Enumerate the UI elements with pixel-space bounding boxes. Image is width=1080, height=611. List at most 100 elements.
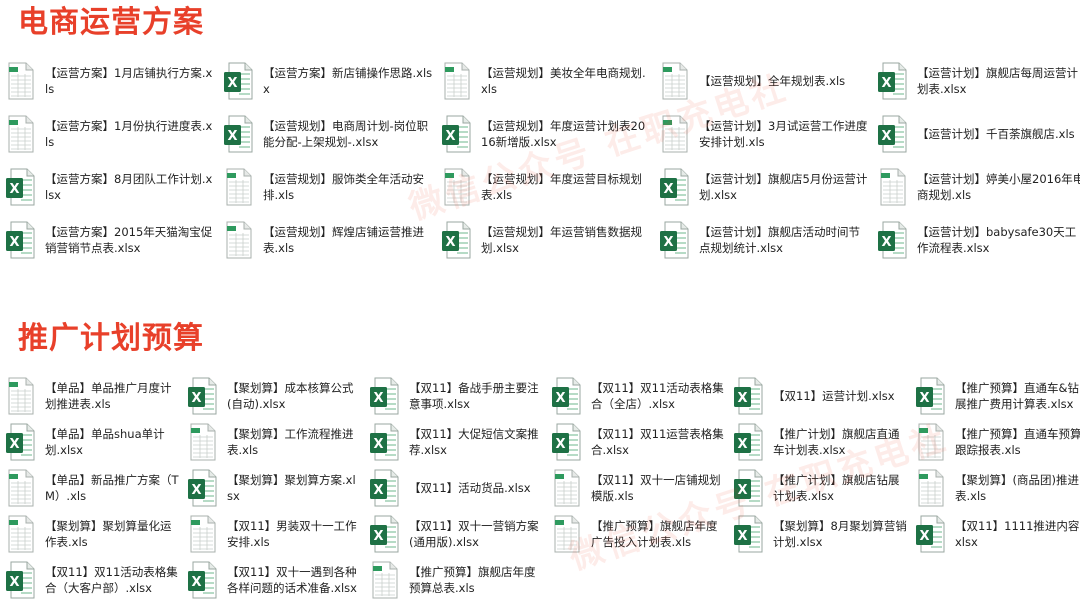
svg-text:X: X <box>555 437 565 452</box>
file-item[interactable]: 【运营规划】全年规划表.xls <box>659 58 869 104</box>
file-item[interactable]: 【运营规划】美妆全年电商规划.xls <box>441 58 651 104</box>
xls-file-icon <box>187 423 217 461</box>
file-item[interactable]: X 【推广计划】旗舰店钻展计划表.xlsx <box>733 465 907 511</box>
file-name: 【聚划算】聚划算量化运作表.xls <box>45 519 172 549</box>
file-item[interactable]: X 【推广预算】直通车&钻展推广费用计算表.xlsx <box>915 373 1080 419</box>
svg-text:X: X <box>9 235 19 250</box>
svg-text:X: X <box>9 575 19 590</box>
file-item[interactable]: X 【推广计划】旗舰店直通车计划表.xlsx <box>733 419 907 465</box>
xls-file-icon <box>441 62 471 100</box>
xls-file-icon <box>659 62 689 100</box>
file-item[interactable]: X 【运营计划】旗舰店活动时间节点规划统计.xlsx <box>659 217 869 263</box>
file-item[interactable]: X 【聚划算】8月聚划算营销计划.xlsx <box>733 511 907 557</box>
file-item[interactable]: X 【双11】1111推进内容.xlsx <box>915 511 1080 557</box>
file-name: 【运营方案】新店铺操作思路.xlsx <box>263 66 433 96</box>
xlsx-file-icon: X <box>5 168 35 206</box>
file-name: 【推广预算】直通车&钻展推广费用计算表.xlsx <box>955 381 1079 411</box>
file-item[interactable]: 【运营计划】3月试运营工作进度安排计划.xls <box>659 111 869 157</box>
svg-text:X: X <box>227 129 237 144</box>
file-item[interactable]: 【聚划算】聚划算量化运作表.xls <box>5 511 179 557</box>
file-item[interactable]: 【推广预算】旗舰店年度广告投入计划表.xls <box>551 511 725 557</box>
file-name: 【运营规划】年度运营计划表2016新增版.xlsx <box>481 119 646 149</box>
file-item[interactable]: X 【运营计划】babysafe30天工作流程表.xlsx <box>877 217 1080 263</box>
file-name: 【运营规划】全年规划表.xls <box>699 74 846 88</box>
file-item[interactable]: X 【双11】双11活动表格集合（全店）.xlsx <box>551 373 725 419</box>
file-name: 【聚划算】聚划算方案.xlsx <box>227 473 356 503</box>
file-name: 【聚划算】工作流程推进表.xls <box>227 427 354 457</box>
file-name: 【单品】新品推广方案（TM）.xls <box>45 473 179 503</box>
file-name: 【运营计划】3月试运营工作进度安排计划.xls <box>699 119 868 149</box>
file-item[interactable]: X 【运营规划】电商周计划-岗位职能分配-上架规划-.xlsx <box>223 111 433 157</box>
file-item[interactable]: 【双11】男装双十一工作安排.xls <box>187 511 361 557</box>
file-name: 【双11】双十一店铺规划模版.xls <box>591 473 721 503</box>
xls-file-icon <box>369 561 399 599</box>
xlsx-file-icon: X <box>915 515 945 553</box>
file-name: 【推广预算】直通车预算跟踪报表.xls <box>955 427 1080 457</box>
xlsx-file-icon: X <box>441 115 471 153</box>
file-item[interactable]: X 【运营计划】旗舰店每周运营计划表.xlsx <box>877 58 1080 104</box>
file-name: 【双11】双十一营销方案(通用版).xlsx <box>409 519 539 549</box>
svg-text:X: X <box>919 529 929 544</box>
file-item[interactable]: X 【双11】活动货品.xlsx <box>369 465 543 511</box>
svg-text:X: X <box>881 76 891 91</box>
svg-text:X: X <box>737 391 747 406</box>
file-item[interactable]: 【运营计划】婷美小屋2016年电商规划.xls <box>877 164 1080 210</box>
file-item[interactable]: X 【双11】双十一遇到各种各样问题的话术准备.xlsx <box>187 557 361 603</box>
file-item[interactable]: X 【运营规划】年运营销售数据规划.xlsx <box>441 217 651 263</box>
xlsx-file-icon: X <box>5 423 35 461</box>
svg-text:X: X <box>227 76 237 91</box>
xls-file-icon <box>5 469 35 507</box>
svg-text:X: X <box>373 437 383 452</box>
file-item[interactable]: X 【运营方案】新店铺操作思路.xlsx <box>223 58 433 104</box>
file-item[interactable]: 【推广预算】旗舰店年度预算总表.xls <box>369 557 543 603</box>
file-item[interactable]: X 【运营方案】2015年天猫淘宝促销营销节点表.xlsx <box>5 217 215 263</box>
xls-file-icon <box>877 168 907 206</box>
file-item[interactable]: X 【双11】运营计划.xlsx <box>733 373 907 419</box>
file-item[interactable]: 【运营规划】年度运营目标规划表.xls <box>441 164 651 210</box>
file-item[interactable]: X 【聚划算】聚划算方案.xlsx <box>187 465 361 511</box>
file-item[interactable]: X 【运营计划】千百荼旗舰店.xls <box>877 111 1080 157</box>
file-item[interactable]: 【运营方案】1月店铺执行方案.xls <box>5 58 215 104</box>
xlsx-file-icon: X <box>551 423 581 461</box>
svg-text:X: X <box>737 437 747 452</box>
file-name: 【聚划算】成本核算公式(自动).xlsx <box>227 381 354 411</box>
xls-file-icon <box>5 115 35 153</box>
file-item[interactable]: 【聚划算】工作流程推进表.xls <box>187 419 361 465</box>
file-name: 【运营规划】服饰类全年活动安排.xls <box>263 172 424 202</box>
file-item[interactable]: 【运营规划】服饰类全年活动安排.xls <box>223 164 433 210</box>
file-name: 【聚划算】8月聚划算营销计划.xlsx <box>773 519 907 549</box>
xlsx-file-icon: X <box>369 469 399 507</box>
svg-text:X: X <box>191 483 201 498</box>
file-name: 【运营计划】旗舰店5月份运营计划.xlsx <box>699 172 868 202</box>
file-item[interactable]: X 【双11】备战手册主要注意事项.xlsx <box>369 373 543 419</box>
file-item[interactable]: 【双11】双十一店铺规划模版.xls <box>551 465 725 511</box>
file-item[interactable]: X 【运营计划】旗舰店5月份运营计划.xlsx <box>659 164 869 210</box>
file-item[interactable]: X 【运营方案】8月团队工作计划.xlsx <box>5 164 215 210</box>
file-item[interactable]: X 【单品】单品shua单计划.xlsx <box>5 419 179 465</box>
xlsx-file-icon: X <box>733 469 763 507</box>
file-name: 【运营计划】婷美小屋2016年电商规划.xls <box>917 172 1080 202</box>
svg-text:X: X <box>881 129 891 144</box>
file-name: 【双11】双十一遇到各种各样问题的话术准备.xlsx <box>227 565 357 595</box>
svg-text:X: X <box>737 529 747 544</box>
xls-file-icon <box>5 62 35 100</box>
file-item[interactable]: X 【双11】双11活动表格集合（大客户部）.xlsx <box>5 557 179 603</box>
file-item[interactable]: 【聚划算】(商品团)推进表.xls <box>915 465 1080 511</box>
svg-text:X: X <box>191 575 201 590</box>
file-item[interactable]: X 【双11】双11运营表格集合.xlsx <box>551 419 725 465</box>
xls-file-icon <box>223 168 253 206</box>
file-item[interactable]: X 【双11】大促短信文案推荐.xlsx <box>369 419 543 465</box>
file-item[interactable]: 【单品】新品推广方案（TM）.xls <box>5 465 179 511</box>
svg-text:X: X <box>373 391 383 406</box>
file-item[interactable]: 【运营规划】辉煌店铺运营推进表.xls <box>223 217 433 263</box>
xlsx-file-icon: X <box>877 221 907 259</box>
svg-text:X: X <box>555 391 565 406</box>
svg-text:X: X <box>663 235 673 250</box>
file-item[interactable]: 【单品】单品推广月度计划推进表.xls <box>5 373 179 419</box>
xls-file-icon <box>551 469 581 507</box>
file-item[interactable]: X 【运营规划】年度运营计划表2016新增版.xlsx <box>441 111 651 157</box>
file-item[interactable]: 【推广预算】直通车预算跟踪报表.xls <box>915 419 1080 465</box>
file-item[interactable]: X 【双11】双十一营销方案(通用版).xlsx <box>369 511 543 557</box>
file-item[interactable]: X 【聚划算】成本核算公式(自动).xlsx <box>187 373 361 419</box>
file-item[interactable]: 【运营方案】1月份执行进度表.xls <box>5 111 215 157</box>
